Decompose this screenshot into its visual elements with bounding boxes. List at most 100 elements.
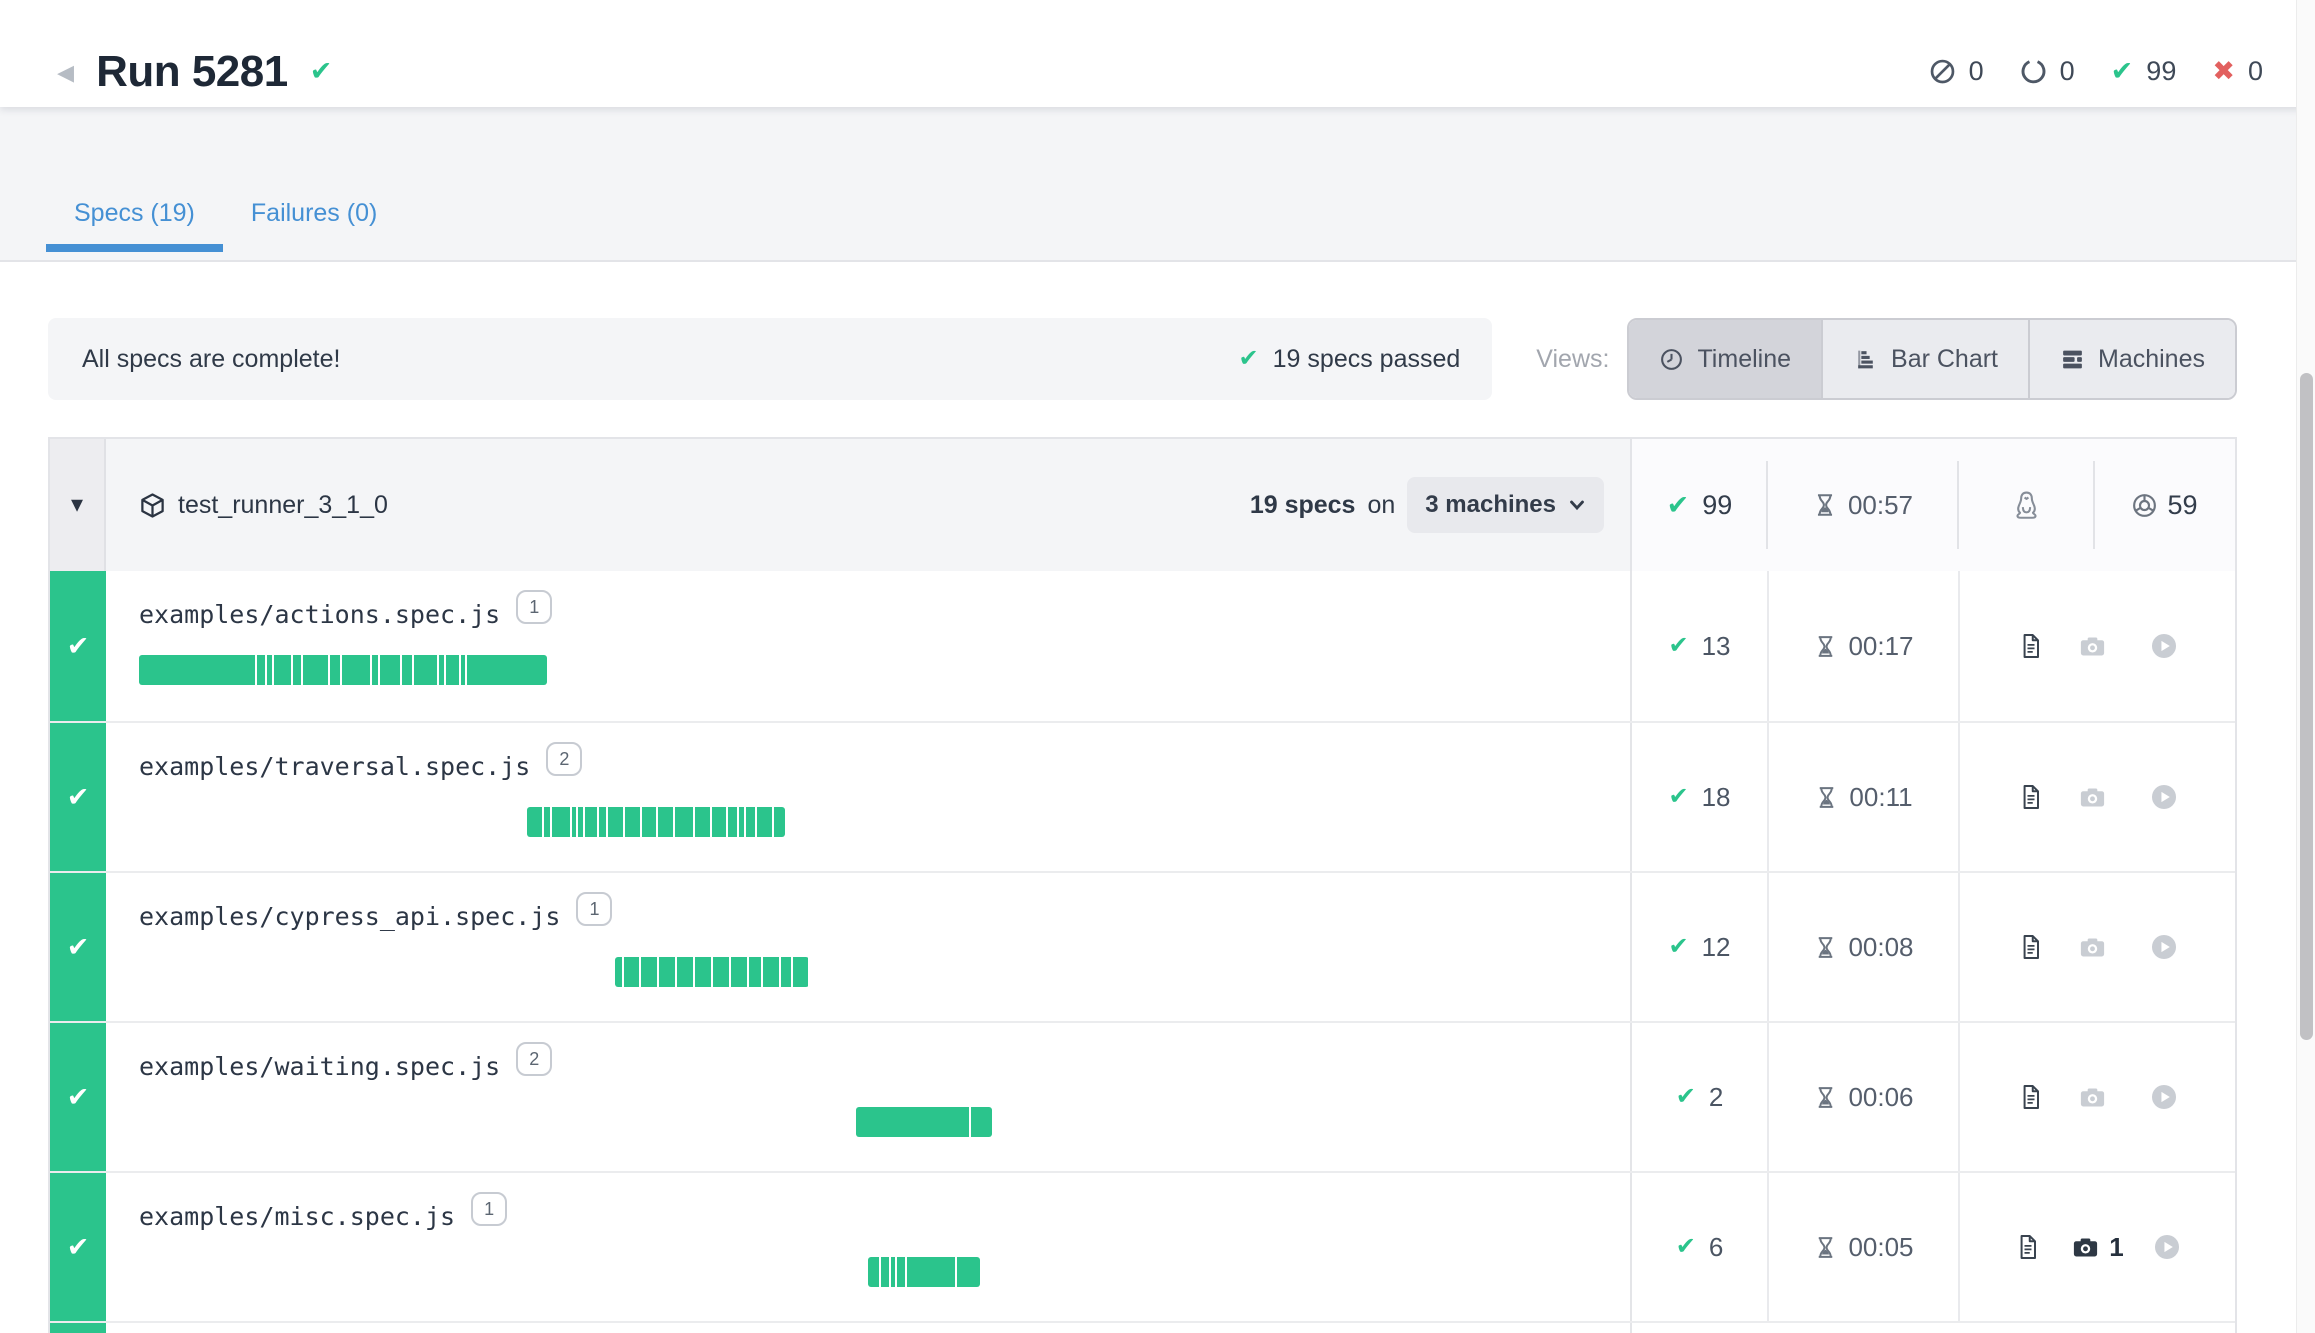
- timeline-bar-segment: [731, 957, 747, 987]
- timeline-track: [139, 1107, 1606, 1137]
- spec-row-partial: [50, 1321, 2235, 1333]
- summary-banner: All specs are complete! ✔ 19 specs passe…: [48, 318, 1492, 400]
- timeline-bar-segment: [544, 807, 550, 837]
- document-icon: [2017, 783, 2045, 811]
- machines-dropdown[interactable]: 3 machines: [1407, 477, 1604, 533]
- spec-passed-cell: ✔ 13: [1632, 571, 1767, 721]
- timeline-bar-segment: [897, 1257, 905, 1287]
- bar-chart-view-button[interactable]: Bar Chart: [1821, 320, 2028, 398]
- screenshots-button[interactable]: 1: [2071, 1232, 2123, 1263]
- hourglass-icon: [1813, 935, 1838, 960]
- spec-duration-cell: 00:08: [1767, 873, 1958, 1021]
- spec-passed-cell: ✔ 18: [1632, 723, 1767, 871]
- timeline-bar-segment: [907, 1257, 954, 1287]
- timeline-bar-segment: [625, 807, 640, 837]
- spec-rows: ✔ examples/actions.spec.js 1 ✔ 13: [50, 571, 2235, 1321]
- play-circle-icon: [2150, 632, 2178, 660]
- timeline-bar-segment: [139, 655, 255, 685]
- spec-artifacts-cell: [1958, 873, 2235, 1021]
- timeline-bar-segment: [763, 957, 779, 987]
- stdout-log-button[interactable]: [2017, 783, 2045, 811]
- pending-circle-icon: [2020, 58, 2047, 85]
- timeline-bar-segment: [677, 957, 693, 987]
- camera-icon: [2078, 632, 2107, 661]
- screenshot-count: 1: [2109, 1232, 2123, 1263]
- machine-badge: 1: [471, 1192, 507, 1226]
- screenshots-button[interactable]: [2078, 783, 2116, 812]
- video-play-button[interactable]: [2150, 933, 2178, 961]
- back-button[interactable]: ◂: [57, 55, 74, 89]
- status-strip: [50, 1323, 106, 1333]
- timeline-view-button[interactable]: Timeline: [1629, 320, 1821, 398]
- spec-artifacts-cell: 1: [1958, 1173, 2235, 1321]
- timeline-bar-segment: [467, 655, 548, 685]
- video-play-button[interactable]: [2150, 1083, 2178, 1111]
- tab-failures[interactable]: Failures (0): [223, 199, 405, 260]
- timeline-bar-segment: [439, 655, 444, 685]
- summary-row: All specs are complete! ✔ 19 specs passe…: [48, 318, 2237, 400]
- video-play-button[interactable]: [2150, 632, 2178, 660]
- stdout-log-button[interactable]: [2017, 933, 2045, 961]
- check-icon: ✔: [1668, 785, 1688, 809]
- document-icon: [2017, 933, 2045, 961]
- machine-badge: 1: [516, 590, 552, 624]
- timeline-track: [139, 655, 1606, 685]
- timeline-bar: [527, 807, 785, 837]
- timeline-bar-segment: [342, 655, 370, 685]
- timeline-bar-segment: [402, 655, 412, 685]
- stdout-log-button[interactable]: [2017, 1083, 2045, 1111]
- stdout-log-button[interactable]: [2017, 632, 2045, 660]
- status-strip-passed: ✔: [50, 571, 106, 721]
- page-scrollbar: [2296, 0, 2315, 1333]
- timeline-bar-segment: [713, 957, 729, 987]
- timeline-bar-segment: [868, 1257, 879, 1287]
- hourglass-icon: [1813, 634, 1838, 659]
- timeline-bar-segment: [372, 655, 378, 685]
- timeline-bar-segment: [641, 957, 657, 987]
- spec-passed-cell: ✔ 6: [1632, 1173, 1767, 1321]
- timeline-bar-segment: [608, 807, 623, 837]
- status-strip-passed: ✔: [50, 723, 106, 871]
- machines-icon: [2060, 347, 2085, 372]
- machine-badge: 2: [546, 742, 582, 776]
- timeline-bar-segment: [330, 655, 340, 685]
- spec-artifacts-cell: [1958, 1023, 2235, 1171]
- spec-name: examples/cypress_api.spec.js: [139, 901, 560, 934]
- stat-failed: ✖ 0: [2212, 56, 2263, 87]
- status-strip-passed: ✔: [50, 1023, 106, 1171]
- play-circle-icon: [2150, 933, 2178, 961]
- play-circle-icon: [2150, 1083, 2178, 1111]
- collapse-toggle[interactable]: ▾: [50, 439, 106, 571]
- timeline-bar: [615, 957, 808, 987]
- screenshots-button[interactable]: [2078, 1083, 2116, 1112]
- timeline-bar-segment: [303, 655, 328, 685]
- spec-row[interactable]: ✔ examples/cypress_api.spec.js 1 ✔ 12: [50, 871, 2235, 1021]
- check-icon: ✔: [67, 932, 90, 963]
- spec-row[interactable]: ✔ examples/traversal.spec.js 2 ✔ 18: [50, 721, 2235, 871]
- scrollbar-thumb[interactable]: [2300, 373, 2313, 1040]
- spec-row[interactable]: ✔ examples/waiting.spec.js 2 ✔ 2: [50, 1021, 2235, 1171]
- bar-chart-icon: [1853, 347, 1878, 372]
- timeline-track: [139, 957, 1606, 987]
- status-strip-passed: ✔: [50, 1173, 106, 1321]
- spec-row[interactable]: ✔ examples/actions.spec.js 1 ✔ 13: [50, 571, 2235, 721]
- spec-row[interactable]: ✔ examples/misc.spec.js 1 ✔ 6: [50, 1171, 2235, 1321]
- stdout-log-button[interactable]: [2014, 1233, 2042, 1261]
- spec-passed-count: 6: [1709, 1232, 1723, 1263]
- timeline-bar-segment: [414, 655, 437, 685]
- play-circle-icon: [2150, 783, 2178, 811]
- check-icon: ✔: [1239, 347, 1259, 371]
- tab-strip: Specs (19) Failures (0): [0, 107, 2315, 262]
- skipped-count: 0: [1969, 56, 1984, 87]
- group-title-cell: test_runner_3_1_0 19 specs on 3 machines: [106, 439, 1632, 571]
- timeline-bar-segment: [971, 1107, 992, 1137]
- browser-version: 59: [2167, 490, 2197, 521]
- check-icon: ✔: [67, 782, 90, 813]
- video-play-button[interactable]: [2150, 783, 2178, 811]
- screenshots-button[interactable]: [2078, 632, 2116, 661]
- video-play-button[interactable]: [2153, 1233, 2181, 1261]
- screenshots-button[interactable]: [2078, 933, 2116, 962]
- tab-specs[interactable]: Specs (19): [46, 199, 223, 260]
- timeline-bar-segment: [957, 1257, 981, 1287]
- machines-view-button[interactable]: Machines: [2028, 320, 2235, 398]
